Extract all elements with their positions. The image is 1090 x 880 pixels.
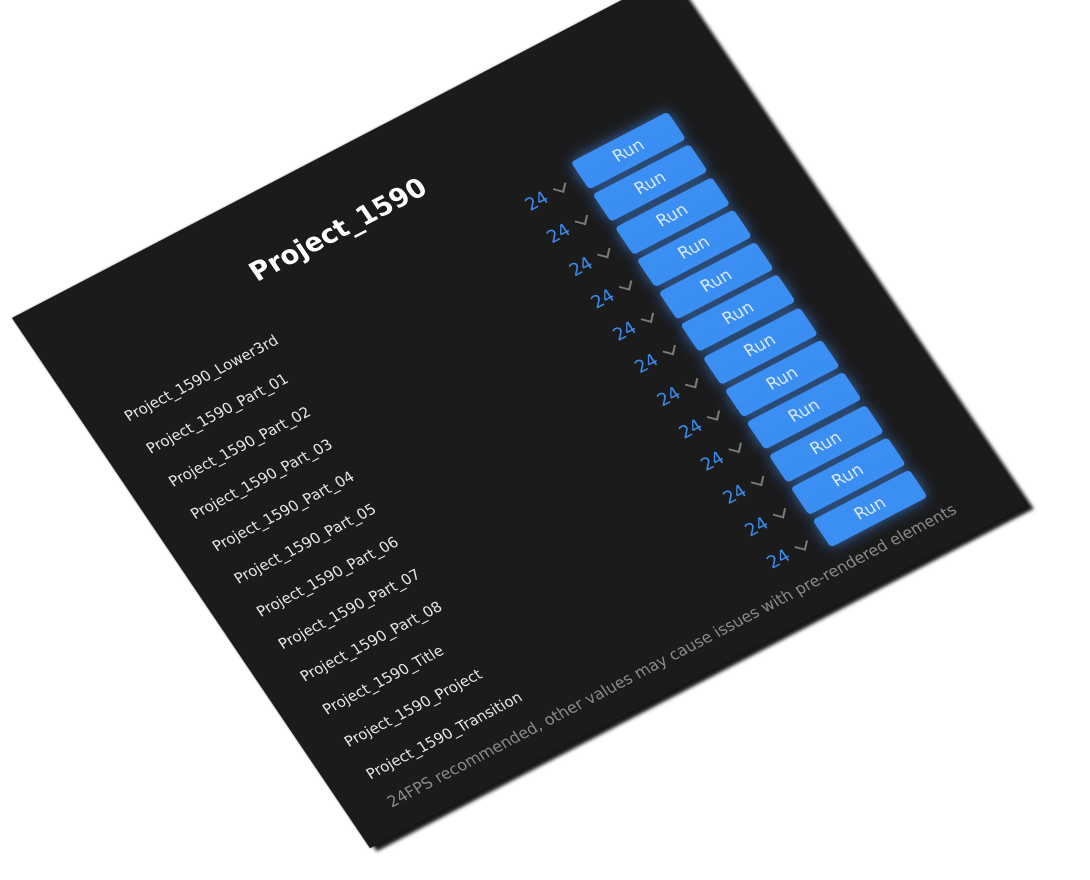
stage: Project_1590 Project_1590_Lower3rd 24 Ru…	[0, 0, 1090, 880]
fps-select[interactable]: 24	[763, 546, 795, 574]
fps-select[interactable]: 24	[741, 513, 773, 541]
chevron-down-icon[interactable]	[750, 472, 765, 486]
fps-select[interactable]: 24	[697, 448, 729, 476]
fps-select[interactable]: 24	[653, 383, 685, 411]
chevron-down-icon[interactable]	[574, 212, 589, 226]
chevron-down-icon[interactable]	[596, 245, 611, 258]
chevron-down-icon[interactable]	[684, 375, 699, 389]
chevron-down-icon[interactable]	[618, 277, 633, 291]
chevron-down-icon[interactable]	[706, 407, 721, 421]
fps-select[interactable]: 24	[719, 481, 751, 509]
fps-select[interactable]: 24	[521, 188, 553, 216]
composition-list: Project_1590_Lower3rd 24 Run Project_159…	[117, 97, 969, 794]
fps-select[interactable]: 24	[587, 285, 619, 313]
chevron-down-icon[interactable]	[728, 440, 743, 454]
fps-select[interactable]: 24	[631, 350, 663, 378]
chevron-down-icon[interactable]	[662, 342, 677, 356]
fps-select[interactable]: 24	[543, 220, 575, 248]
chevron-down-icon[interactable]	[794, 538, 809, 551]
fps-select[interactable]: 24	[565, 253, 597, 281]
chevron-down-icon[interactable]	[772, 505, 787, 519]
chevron-down-icon[interactable]	[552, 180, 567, 193]
fps-select[interactable]: 24	[609, 318, 641, 346]
fps-select[interactable]: 24	[675, 416, 707, 444]
chevron-down-icon[interactable]	[640, 310, 655, 324]
render-panel: Project_1590 Project_1590_Lower3rd 24 Ru…	[12, 0, 1028, 849]
